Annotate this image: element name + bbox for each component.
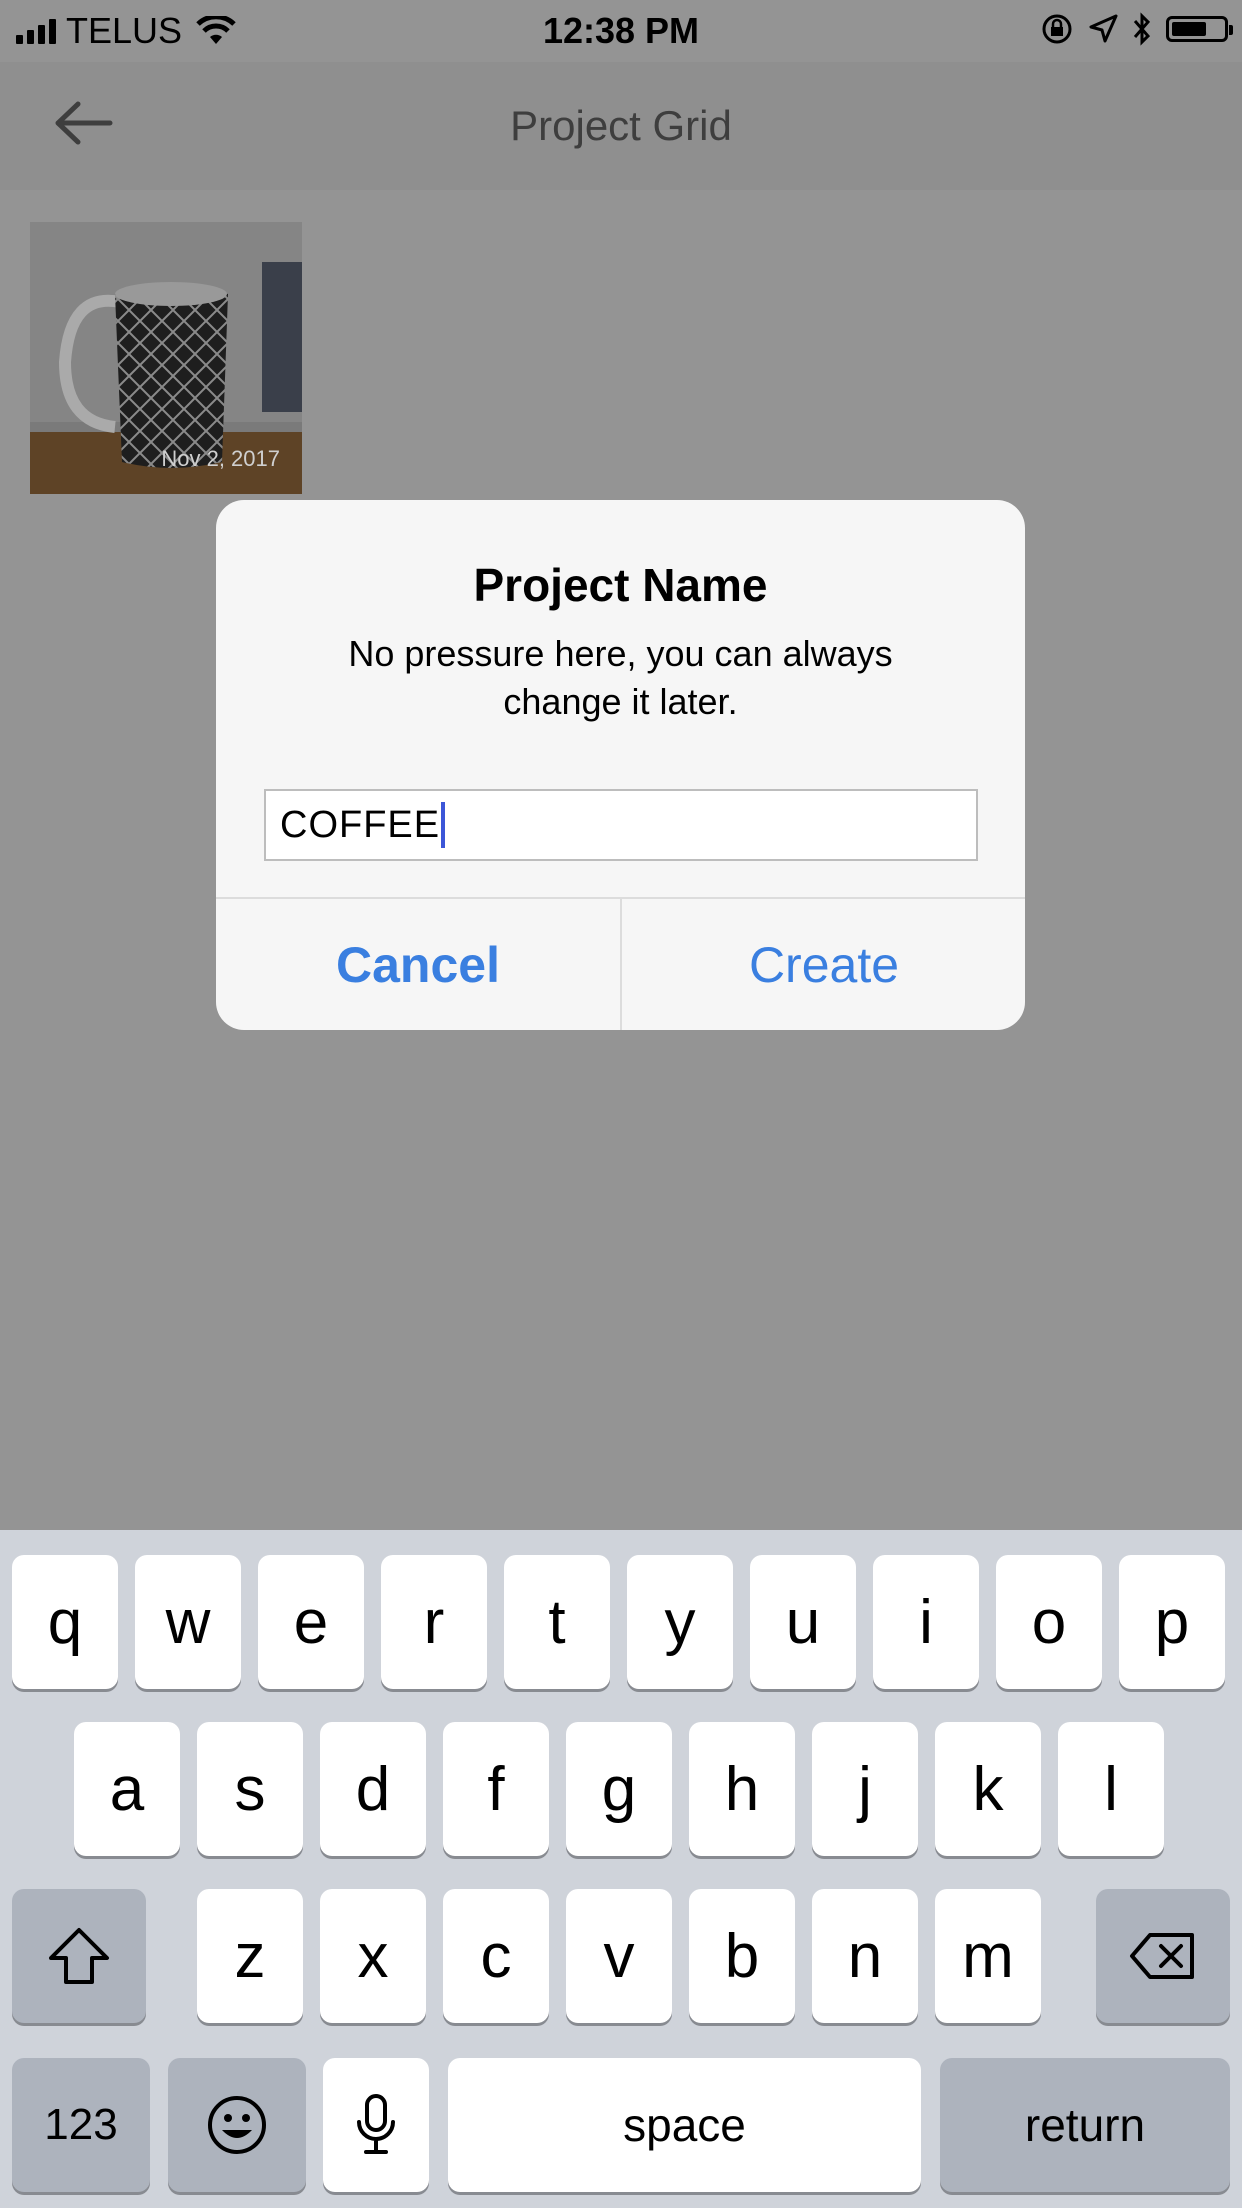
key-g[interactable]: g — [566, 1722, 672, 1856]
text-cursor — [441, 802, 446, 848]
key-f[interactable]: f — [443, 1722, 549, 1856]
key-o[interactable]: o — [996, 1555, 1102, 1689]
create-button[interactable]: Create — [622, 899, 1025, 1030]
key-i[interactable]: i — [873, 1555, 979, 1689]
key-s[interactable]: s — [197, 1722, 303, 1856]
key-l[interactable]: l — [1058, 1722, 1164, 1856]
project-date: Nov 2, 2017 — [161, 446, 280, 471]
keyboard: q w e r t y u i o p a s d f g h j k l z … — [0, 1530, 1242, 2208]
key-c[interactable]: c — [443, 1889, 549, 2023]
key-t[interactable]: t — [504, 1555, 610, 1689]
dialog-title: Project Name — [473, 559, 768, 611]
key-k[interactable]: k — [935, 1722, 1041, 1856]
key-j[interactable]: j — [812, 1722, 918, 1856]
key-e[interactable]: e — [258, 1555, 364, 1689]
space-key[interactable]: space — [448, 2058, 921, 2192]
emoji-icon — [208, 2096, 266, 2154]
delete-icon — [1130, 1933, 1194, 1979]
key-d[interactable]: d — [320, 1722, 426, 1856]
project-name-input[interactable]: COFFEE — [264, 789, 978, 861]
shift-key[interactable] — [12, 1889, 146, 2023]
location-icon — [1089, 14, 1118, 43]
key-z[interactable]: z — [197, 1889, 303, 2023]
microphone-icon — [357, 2094, 395, 2154]
key-w[interactable]: w — [135, 1555, 241, 1689]
key-u[interactable]: u — [750, 1555, 856, 1689]
key-a[interactable]: a — [74, 1722, 180, 1856]
emoji-key[interactable] — [168, 2058, 306, 2192]
project-name-value: COFFEE — [280, 803, 441, 846]
dialog-message: No pressure here, you can always change … — [348, 633, 893, 722]
battery-icon — [1166, 16, 1233, 42]
return-key[interactable]: return — [940, 2058, 1230, 2192]
key-m[interactable]: m — [935, 1889, 1041, 2023]
key-n[interactable]: n — [812, 1889, 918, 2023]
delete-key[interactable] — [1096, 1889, 1230, 2023]
project-name-dialog: Project Name No pressure here, you can a… — [216, 500, 1025, 1030]
status-right — [1040, 12, 1233, 46]
key-b[interactable]: b — [689, 1889, 795, 2023]
dictation-key[interactable] — [323, 2058, 429, 2192]
project-thumbnail[interactable]: Nov 2, 2017 — [30, 222, 302, 494]
key-x[interactable]: x — [320, 1889, 426, 2023]
key-r[interactable]: r — [381, 1555, 487, 1689]
page-title: Project Grid — [510, 102, 732, 149]
key-v[interactable]: v — [566, 1889, 672, 2023]
rotation-lock-icon — [1042, 14, 1072, 44]
status-bar: TELUS 12:38 PM — [0, 0, 1242, 62]
key-p[interactable]: p — [1119, 1555, 1225, 1689]
navigation-bar: Project Grid — [0, 62, 1242, 190]
cancel-button[interactable]: Cancel — [216, 899, 620, 1030]
key-h[interactable]: h — [689, 1722, 795, 1856]
numbers-key[interactable]: 123 — [12, 2058, 150, 2192]
key-q[interactable]: q — [12, 1555, 118, 1689]
shift-icon — [49, 1928, 109, 1984]
bluetooth-icon — [1133, 12, 1151, 46]
key-y[interactable]: y — [627, 1555, 733, 1689]
